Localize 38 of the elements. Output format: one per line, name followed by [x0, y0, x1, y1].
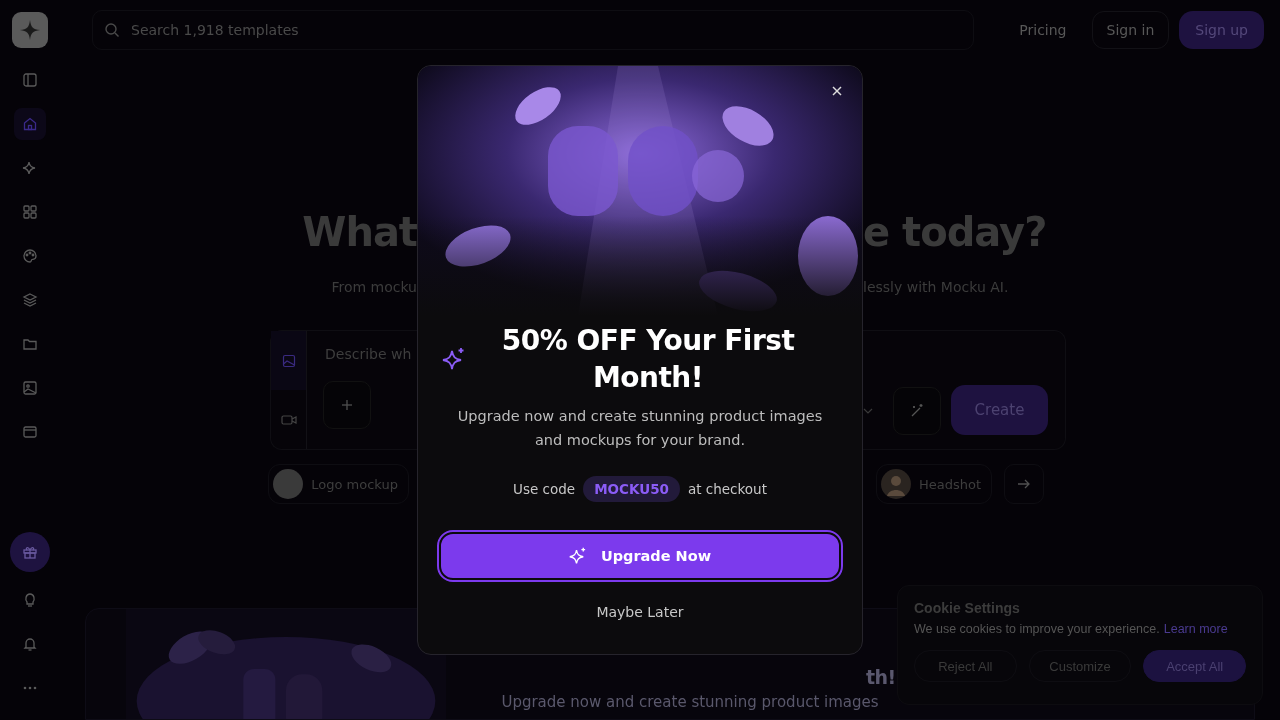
search-icon [104, 22, 120, 38]
sparkle-icon [442, 347, 466, 371]
sign-up-button[interactable]: Sign up [1179, 11, 1264, 49]
plus-icon [341, 399, 353, 411]
sign-in-button[interactable]: Sign in [1091, 11, 1170, 49]
gift-icon[interactable] [10, 532, 50, 572]
promo-code: MOCKU50 [583, 476, 680, 502]
magic-wand-icon [909, 403, 925, 419]
close-icon [832, 86, 842, 96]
upgrade-button[interactable]: Upgrade Now [439, 532, 841, 580]
image-icon [281, 353, 296, 368]
image-mode-tab[interactable] [271, 331, 306, 390]
banner-title: th! [866, 665, 896, 690]
video-camera-icon [280, 413, 297, 426]
dialog-title: 50% OFF Your First Month! [500, 323, 796, 396]
home-icon[interactable] [14, 108, 46, 140]
code-label: Use code [513, 481, 576, 497]
search-field[interactable]: Search 1,918 templates [92, 10, 975, 50]
dialog-text: Upgrade now and create stunning product images and mockups for your brand. [456, 407, 824, 450]
banner-subtitle: Upgrade now and create stunning product images [500, 693, 880, 711]
prompt-field[interactable]: Describe wh [323, 345, 417, 363]
hero-subtitle: lessly with Mocku AI. [863, 278, 1010, 296]
hero-subtitle: From mocku [331, 278, 417, 296]
pricing-link[interactable]: Pricing [1004, 11, 1082, 49]
sparkle-icon [568, 547, 587, 565]
logo-icon[interactable] [12, 12, 48, 48]
template-chip[interactable]: Logo mockup [268, 464, 409, 504]
code-label: at checkout [687, 481, 767, 497]
magic-wand-button[interactable] [893, 387, 941, 435]
add-button[interactable] [323, 381, 371, 429]
avatar-icon [881, 469, 911, 499]
arrow-right-icon [1017, 478, 1032, 490]
learn-more-link[interactable]: Learn more [1163, 622, 1228, 636]
maybe-later-button[interactable]: Maybe Later [588, 600, 692, 624]
cookie-text: We use cookies to improve your experience. [914, 622, 1160, 636]
template-chip[interactable]: Headshot [876, 464, 993, 504]
next-button[interactable] [1004, 464, 1045, 504]
thumbnail-icon [273, 469, 304, 499]
